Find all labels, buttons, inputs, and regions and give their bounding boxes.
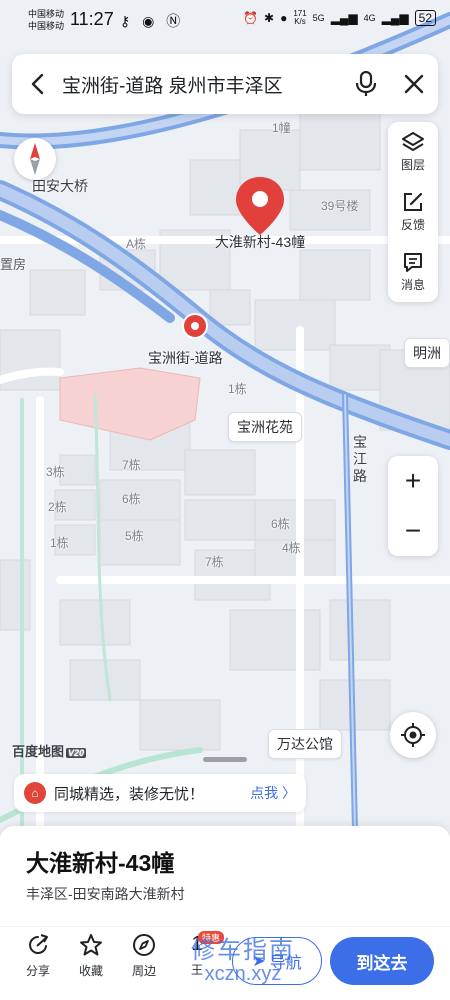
net-speed-unit: K/s (294, 17, 306, 26)
bluetooth-icon: ✱ (264, 11, 275, 25)
favorite-button[interactable]: 收藏 (66, 933, 116, 989)
battery-indicator: 52 (414, 10, 436, 26)
map-label-building: 1幢 (272, 121, 291, 135)
share-label: 分享 (25, 964, 50, 978)
messages-button[interactable]: 消息 (388, 242, 438, 302)
map-label-building: 2栋 (48, 500, 67, 514)
status-right: ⏰ ✱ ● 171 K/s 5G ▂▄▆ 4G ▂▄▆ 52 (243, 10, 436, 26)
layers-icon (402, 132, 424, 151)
microphone-icon (355, 71, 377, 96)
search-query-text[interactable]: 宝洲街-道路 泉州市丰泽区 (62, 71, 342, 98)
edit-icon (404, 192, 423, 211)
status-time: 11:27 (70, 9, 114, 29)
map-label-building: 6栋 (271, 517, 290, 531)
map-canvas (0, 0, 450, 830)
favorite-label: 收藏 (78, 964, 103, 978)
place-title: 大淮新村-43幢 (26, 850, 175, 876)
map-logo-version: V20 (66, 748, 87, 758)
map-label-building: 3栋 (46, 465, 65, 479)
crosshair-icon (401, 723, 425, 747)
poi-chip-wanda[interactable]: 万达公馆 (268, 729, 342, 759)
status-icons: ⚷ ◉ Ⓝ (120, 11, 184, 31)
carrier-1: 中国移动 (28, 9, 65, 19)
net-speed: 171 K/s (293, 10, 306, 26)
nearby-button[interactable]: 周边 (119, 933, 169, 989)
go-here-button[interactable]: 到这去 (330, 937, 434, 985)
map-tool-panel: 图层 反馈 消息 (388, 122, 438, 302)
back-arrow-icon (31, 73, 44, 95)
promo-banner[interactable]: ⌂ 同城精选，装修无忧！ 点我 〉 (14, 774, 306, 812)
navigate-button[interactable]: ➤ 导航 (232, 937, 322, 985)
back-button[interactable] (12, 54, 62, 114)
map-label-building: 5栋 (125, 529, 144, 543)
map-pin-icon (236, 177, 284, 235)
selected-location-label: 大淮新村-43幢 (214, 234, 306, 250)
map-label-building: 39号楼 (321, 199, 359, 213)
feedback-label: 反馈 (400, 218, 425, 232)
place-address: 丰泽区-田安南路大淮新村 (26, 886, 185, 902)
close-icon (404, 74, 424, 94)
road-location-label: 宝洲街-道路 (148, 350, 223, 366)
star-icon (80, 934, 102, 956)
zoom-control: + − (388, 456, 438, 556)
map-label-building: A栋 (126, 237, 147, 251)
promo-cta[interactable]: 点我 〉 (250, 783, 296, 803)
action-bar: 分享 收藏 周边 1 王 特惠 ➤ 导航 到这去 (0, 926, 450, 1000)
locate-button[interactable] (390, 712, 436, 758)
map-pin-small-icon (182, 313, 208, 339)
shop-icon: ⌂ (24, 782, 46, 804)
map-label-building: 1栋 (50, 536, 69, 550)
map-view[interactable]: 田安大桥 1幢 39号楼 A栋 置房 1栋 明洲 3栋 7栋 6栋 2栋 5栋 … (0, 0, 450, 830)
zoom-out-button[interactable]: − (388, 506, 438, 556)
location-icon: ● (280, 11, 288, 25)
compass-nearby-icon (133, 934, 155, 956)
voice-search-button[interactable] (342, 54, 390, 114)
signal-5g: 5G (312, 13, 325, 23)
eye-icon: ◉ (142, 13, 159, 29)
signal-4g: 4G (363, 13, 376, 23)
signal-bars-icon: ▂▄▆ (330, 11, 358, 25)
share-button[interactable]: 分享 (13, 933, 63, 989)
map-label-road: 宝江路 (353, 434, 367, 484)
go-here-label: 到这去 (356, 953, 408, 973)
map-label-building: 7栋 (122, 458, 141, 472)
feedback-button[interactable]: 反馈 (388, 182, 438, 242)
layers-button[interactable]: 图层 (388, 122, 438, 182)
carrier-info: 中国移动 中国移动 (28, 8, 64, 32)
compass-button[interactable] (14, 138, 56, 180)
poi-chip-mingzhou[interactable]: 明洲 (404, 338, 450, 368)
messages-label: 消息 (400, 278, 425, 292)
deals-badge: 特惠 (198, 931, 225, 944)
deals-label: 王 (190, 963, 203, 977)
key-icon: ⚷ (120, 13, 135, 29)
road-location-pin[interactable] (181, 312, 209, 346)
nfc-icon: Ⓝ (166, 13, 185, 29)
poi-chip-huayuan[interactable]: 宝洲花苑 (228, 412, 302, 442)
map-label-building: 4栋 (282, 541, 301, 555)
place-detail-sheet: 大淮新村-43幢 丰泽区-田安南路大淮新村 分享 收藏 周边 1 王 特惠 ➤ … (0, 826, 450, 1000)
alarm-icon: ⏰ (243, 11, 258, 25)
selected-location-pin[interactable] (234, 175, 286, 237)
search-bar[interactable]: 宝洲街-道路 泉州市丰泽区 (12, 54, 438, 114)
map-logo-text: 百度地图 (12, 744, 65, 759)
map-label-estate: 置房 (0, 257, 27, 272)
sheet-drag-handle[interactable] (203, 757, 247, 762)
nearby-label: 周边 (131, 964, 156, 978)
zoom-in-button[interactable]: + (388, 456, 438, 506)
promo-text: 同城精选，装修无忧！ (54, 785, 205, 803)
carrier-2: 中国移动 (28, 21, 65, 31)
map-label-building: 6栋 (122, 492, 141, 506)
map-logo: 百度地图 V20 (12, 741, 87, 760)
map-label-building: 7栋 (205, 555, 224, 569)
layers-label: 图层 (400, 158, 425, 172)
signal-bars-icon: ▂▄▆ (381, 11, 409, 25)
navigate-arrow-icon: ➤ (252, 953, 266, 970)
status-bar: 中国移动 中国移动 11:27 ⚷ ◉ Ⓝ ⏰ ✱ ● 171 K/s 5G ▂… (0, 0, 450, 40)
close-button[interactable] (390, 54, 438, 114)
message-icon (404, 253, 422, 272)
share-icon (29, 934, 48, 954)
navigate-label: 导航 (269, 955, 302, 972)
map-label-building: 1栋 (228, 382, 247, 396)
compass-icon (30, 143, 40, 175)
